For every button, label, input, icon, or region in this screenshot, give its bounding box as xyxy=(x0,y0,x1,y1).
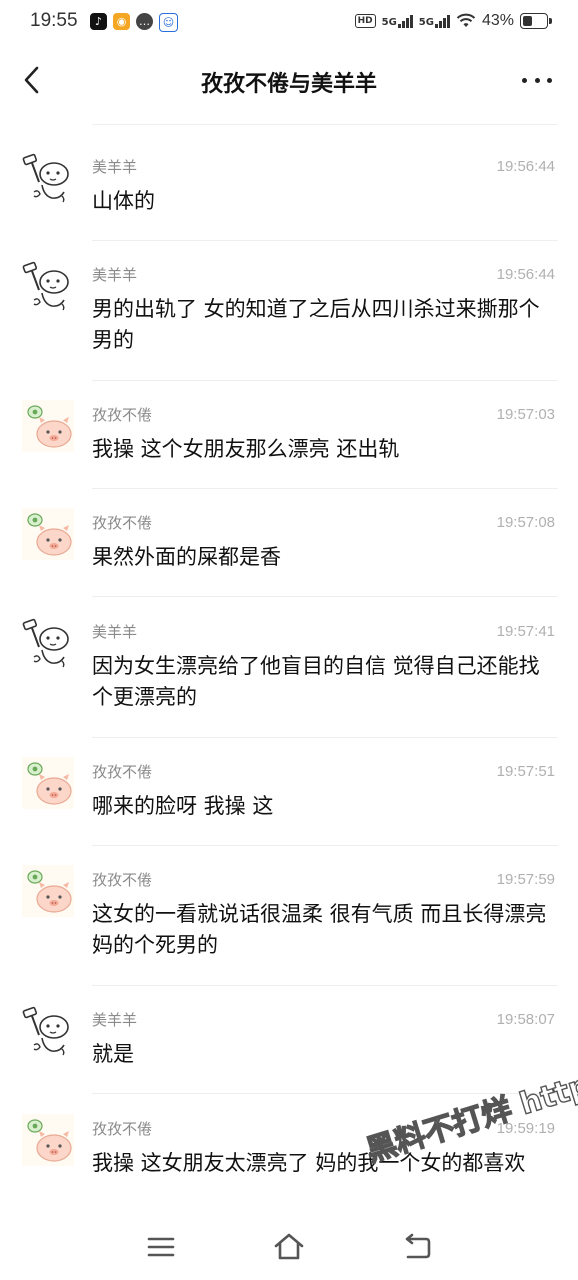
status-bar: 19:55 ♪ ◉ … ☺ HD 5G 5G 43% xyxy=(0,0,578,46)
battery-icon xyxy=(520,13,552,29)
status-time: 19:55 xyxy=(30,10,78,31)
message-sender: 孜孜不倦 xyxy=(92,514,153,532)
wifi-icon xyxy=(456,13,476,27)
more-dot-icon xyxy=(534,77,540,83)
message-sender: 美羊羊 xyxy=(92,158,138,176)
tiktok-icon: ♪ xyxy=(90,13,107,30)
network-label-1: 5G xyxy=(381,17,397,28)
message-time: 19:57:03 xyxy=(496,406,555,423)
baby-icon: ☺ xyxy=(159,13,178,32)
message-text: 男的出轨了 女的知道了之后从四川杀过来撕那个男的 xyxy=(92,297,540,352)
pig-avatar[interactable] xyxy=(22,508,74,560)
menu-icon[interactable] xyxy=(144,1230,178,1264)
message-sender: 美羊羊 xyxy=(92,623,138,641)
message-text: 我操 这女朋友太漂亮了 妈的我一个女的都喜欢 xyxy=(92,1151,526,1175)
message-text: 这女的一看就说话很温柔 很有气质 而且长得漂亮 妈的个死男的 xyxy=(92,902,547,957)
signal-bars-2-icon xyxy=(434,14,450,28)
more-options-button[interactable] xyxy=(522,70,552,90)
message-icon: … xyxy=(136,13,153,30)
network-label-2: 5G xyxy=(418,17,434,28)
divider xyxy=(92,845,558,846)
system-nav-bar xyxy=(0,1212,578,1280)
hd-badge: HD xyxy=(354,14,376,28)
sheep-hammer-avatar[interactable] xyxy=(22,1005,74,1057)
signal-bars-1-icon xyxy=(397,14,413,28)
divider xyxy=(92,488,558,489)
divider xyxy=(92,124,558,125)
pig-avatar[interactable] xyxy=(22,1114,74,1166)
message-sender: 美羊羊 xyxy=(92,1011,138,1029)
divider xyxy=(92,596,558,597)
signal-1: 5G xyxy=(382,14,413,28)
divider xyxy=(92,240,558,241)
notification-icons: ♪ ◉ … ☺ xyxy=(90,13,178,32)
signal-2: 5G xyxy=(419,14,450,28)
more-dot-icon xyxy=(522,77,527,83)
message-time: 19:56:44 xyxy=(496,158,555,175)
divider xyxy=(92,380,558,381)
back-icon[interactable] xyxy=(400,1230,434,1264)
message-text: 果然外面的屎都是香 xyxy=(92,545,281,569)
pig-avatar[interactable] xyxy=(22,400,74,452)
message-time: 19:57:59 xyxy=(496,871,555,888)
home-icon[interactable] xyxy=(272,1230,306,1264)
message-time: 19:58:07 xyxy=(496,1011,555,1028)
battery-percent: 43% xyxy=(481,12,514,29)
message-sender: 美羊羊 xyxy=(92,266,138,284)
message-text: 我操 这个女朋友那么漂亮 还出轨 xyxy=(92,437,400,461)
divider xyxy=(92,737,558,738)
message-time: 19:57:08 xyxy=(496,514,555,531)
sheep-hammer-avatar[interactable] xyxy=(22,152,74,204)
message-sender: 孜孜不倦 xyxy=(92,406,153,424)
message-text: 就是 xyxy=(92,1042,134,1066)
more-dot-icon xyxy=(547,77,552,83)
battery-level xyxy=(523,16,533,26)
watermark: 黑料不打烊 https://bdy.co xyxy=(362,1020,578,1170)
divider xyxy=(92,985,558,986)
message-text: 哪来的脸呀 我操 这 xyxy=(92,794,274,818)
chat-header: 孜孜不倦与美羊羊 xyxy=(0,50,578,110)
message-sender: 孜孜不倦 xyxy=(92,1120,153,1138)
message-sender: 孜孜不倦 xyxy=(92,763,153,781)
message-text: 因为女生漂亮给了他盲目的自信 觉得自己还能找个更漂亮的 xyxy=(92,654,540,709)
weibo-icon: ◉ xyxy=(113,13,130,30)
sheep-hammer-avatar[interactable] xyxy=(22,260,74,312)
message-sender: 孜孜不倦 xyxy=(92,871,153,889)
message-text: 山体的 xyxy=(92,189,155,213)
pig-avatar[interactable] xyxy=(22,865,74,917)
message-time: 19:56:44 xyxy=(496,266,555,283)
message-time: 19:57:51 xyxy=(496,763,555,780)
status-indicators: HD 5G 5G 43% xyxy=(354,12,552,30)
chat-title: 孜孜不倦与美羊羊 xyxy=(200,72,377,97)
message-time: 19:57:41 xyxy=(496,623,555,640)
pig-avatar[interactable] xyxy=(22,757,74,809)
sheep-hammer-avatar[interactable] xyxy=(22,617,74,669)
